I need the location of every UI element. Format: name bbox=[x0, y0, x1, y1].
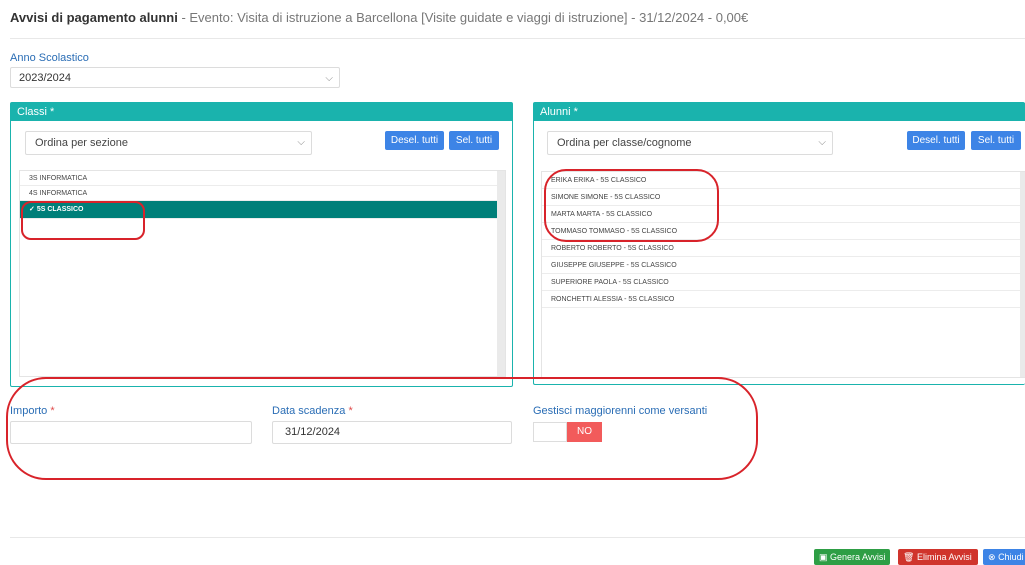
classi-panel-header: Classi * bbox=[11, 103, 512, 121]
page-header: Avvisi di pagamento alunni - Evento: Vis… bbox=[10, 10, 748, 25]
classi-sel-tutti-button[interactable]: Sel. tutti bbox=[449, 131, 499, 150]
annotation-circle-class bbox=[21, 201, 145, 240]
alunni-sort-value: Ordina per classe/cognome bbox=[557, 137, 692, 149]
alunni-list-item[interactable]: RONCHETTI ALESSIA - 5S CLASSICO bbox=[542, 291, 1025, 308]
anno-scolastico-label: Anno Scolastico bbox=[10, 52, 89, 64]
alunni-desel-tutti-button[interactable]: Desel. tutti bbox=[907, 131, 965, 150]
anno-scolastico-value: 2023/2024 bbox=[19, 72, 71, 84]
chevron-down-icon: ⌵ bbox=[818, 137, 826, 148]
footer-divider bbox=[10, 537, 1025, 538]
annotation-circle-students bbox=[544, 169, 719, 242]
required-marker: * bbox=[573, 106, 578, 118]
classi-list-item[interactable]: 4S INFORMATICA bbox=[20, 186, 505, 201]
alunni-list-item[interactable]: ROBERTO ROBERTO - 5S CLASSICO bbox=[542, 240, 1025, 257]
alunni-sort-select[interactable]: Ordina per classe/cognome ⌵ bbox=[547, 131, 833, 155]
classi-sort-value: Ordina per sezione bbox=[35, 137, 128, 149]
elimina-avvisi-button[interactable]: 🗑 Elimina Avvisi bbox=[898, 549, 978, 565]
anno-scolastico-select[interactable]: 2023/2024 ⌵ bbox=[10, 67, 340, 88]
alunni-list-item[interactable]: GIUSEPPE GIUSEPPE - 5S CLASSICO bbox=[542, 257, 1025, 274]
alunni-title: Alunni bbox=[540, 106, 571, 118]
alunni-panel-header: Alunni * bbox=[534, 103, 1025, 121]
page-title: Avvisi di pagamento alunni bbox=[10, 10, 178, 25]
chiudi-button[interactable]: ⊗ Chiudi bbox=[983, 549, 1025, 565]
alunni-sel-tutti-button[interactable]: Sel. tutti bbox=[971, 131, 1021, 150]
classi-panel: Classi * Ordina per sezione ⌵ Desel. tut… bbox=[10, 102, 513, 387]
classi-desel-tutti-button[interactable]: Desel. tutti bbox=[385, 131, 444, 150]
alunni-list-item[interactable]: SUPERIORE PAOLA - 5S CLASSICO bbox=[542, 274, 1025, 291]
genera-avvisi-button[interactable]: ▣ Genera Avvisi bbox=[814, 549, 890, 565]
classi-list-item[interactable]: 3S INFORMATICA bbox=[20, 171, 505, 186]
chevron-down-icon: ⌵ bbox=[297, 137, 305, 148]
event-subtitle: - Evento: Visita di istruzione a Barcell… bbox=[177, 10, 749, 25]
classi-sort-select[interactable]: Ordina per sezione ⌵ bbox=[25, 131, 312, 155]
alunni-panel: Alunni * Ordina per classe/cognome ⌵ Des… bbox=[533, 102, 1025, 385]
chevron-down-icon: ⌵ bbox=[325, 73, 333, 84]
classi-list-scrollbar[interactable] bbox=[497, 171, 505, 376]
required-marker: * bbox=[50, 106, 55, 118]
header-divider bbox=[10, 38, 1025, 39]
annotation-circle-form bbox=[6, 377, 758, 480]
classi-title: Classi bbox=[17, 106, 47, 118]
alunni-list-scrollbar[interactable] bbox=[1020, 172, 1025, 377]
